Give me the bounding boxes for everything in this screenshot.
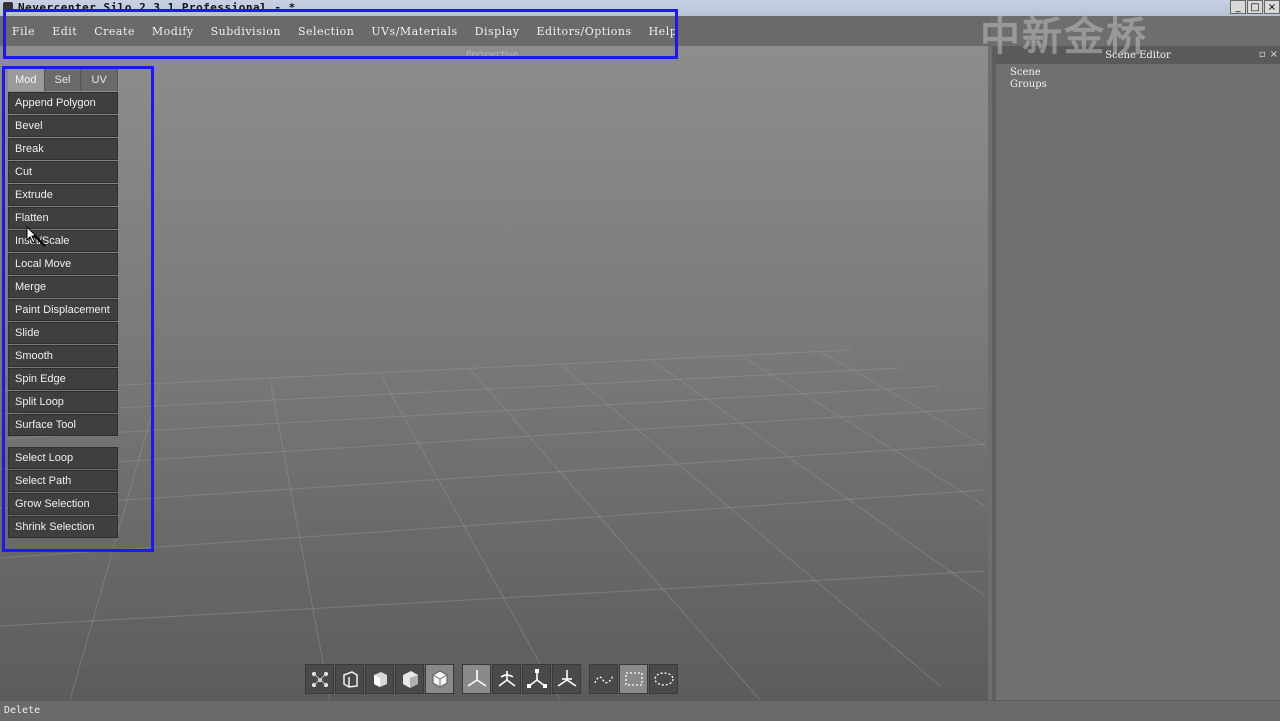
- smart-select-icon[interactable]: [425, 664, 454, 694]
- menu-file[interactable]: File: [12, 25, 35, 38]
- menu-editors-options[interactable]: Editors/Options: [537, 25, 632, 38]
- tool-panel: Mod Sel UV Append Polygon Bevel Break Cu…: [8, 69, 119, 539]
- manipulator-group: [462, 664, 581, 694]
- paint-displacement-button[interactable]: Paint Displacement: [8, 299, 118, 321]
- spin-edge-button[interactable]: Spin Edge: [8, 368, 118, 390]
- menu-modify[interactable]: Modify: [152, 25, 194, 38]
- universal-manipulator-icon[interactable]: [552, 664, 581, 694]
- mouse-cursor-icon: [26, 226, 46, 247]
- close-panel-icon[interactable]: ×: [1270, 49, 1278, 60]
- scene-tree-item[interactable]: Scene: [996, 67, 1280, 79]
- scene-editor-header: Scene Editor ▫ ×: [996, 46, 1280, 64]
- move-manipulator-icon[interactable]: [462, 664, 491, 694]
- title-bar: Nevercenter Silo 2.3.1 Professional - * …: [0, 0, 1280, 16]
- bevel-button[interactable]: Bevel: [8, 115, 118, 137]
- merge-button[interactable]: Merge: [8, 276, 118, 298]
- status-text: Delete: [4, 705, 41, 716]
- app-icon: [3, 2, 13, 12]
- tool-list: Append Polygon Bevel Break Cut Extrude F…: [8, 92, 118, 538]
- tab-mod[interactable]: Mod: [8, 69, 45, 91]
- component-mode-group: [305, 664, 454, 694]
- menu-uvs-materials[interactable]: UVs/Materials: [371, 25, 457, 38]
- lasso-select-icon[interactable]: [589, 664, 618, 694]
- minimize-button[interactable]: _: [1230, 0, 1246, 14]
- tool-tabs: Mod Sel UV: [8, 69, 119, 91]
- split-loop-button[interactable]: Split Loop: [8, 391, 118, 413]
- selection-tool-group: [589, 664, 678, 694]
- rect-select-icon[interactable]: [619, 664, 648, 694]
- menu-subdivision[interactable]: Subdivision: [211, 25, 281, 38]
- scene-editor-panel: Scene Editor ▫ × Scene Groups: [992, 46, 1280, 700]
- scene-editor-title: Scene Editor: [1105, 49, 1171, 61]
- face-mode-icon[interactable]: [365, 664, 394, 694]
- break-button[interactable]: Break: [8, 138, 118, 160]
- menu-help[interactable]: Help: [649, 25, 678, 38]
- menu-edit[interactable]: Edit: [52, 25, 77, 38]
- selection-mode-toolbar: [305, 664, 678, 694]
- surface-tool-button[interactable]: Surface Tool: [8, 414, 118, 436]
- tab-sel[interactable]: Sel: [44, 69, 82, 91]
- tab-uv[interactable]: UV: [81, 69, 119, 91]
- window-controls: _ □ ×: [1230, 0, 1280, 14]
- slide-button[interactable]: Slide: [8, 322, 118, 344]
- shrink-selection-button[interactable]: Shrink Selection: [8, 516, 118, 538]
- extrude-button[interactable]: Extrude: [8, 184, 118, 206]
- paint-select-icon[interactable]: [649, 664, 678, 694]
- grow-selection-button[interactable]: Grow Selection: [8, 493, 118, 515]
- maximize-button[interactable]: □: [1247, 0, 1263, 14]
- vertex-mode-icon[interactable]: [305, 664, 334, 694]
- flatten-button[interactable]: Flatten: [8, 207, 118, 229]
- local-move-button[interactable]: Local Move: [8, 253, 118, 275]
- 3d-viewport[interactable]: Perspective: [0, 46, 988, 700]
- scale-manipulator-icon[interactable]: [522, 664, 551, 694]
- inset-scale-button[interactable]: Inset/Scale: [8, 230, 118, 252]
- menu-selection[interactable]: Selection: [298, 25, 354, 38]
- smooth-button[interactable]: Smooth: [8, 345, 118, 367]
- menu-create[interactable]: Create: [94, 25, 135, 38]
- status-bar: Delete: [0, 700, 1280, 721]
- select-loop-button[interactable]: Select Loop: [8, 447, 118, 469]
- menu-display[interactable]: Display: [475, 25, 520, 38]
- append-polygon-button[interactable]: Append Polygon: [8, 92, 118, 114]
- object-mode-icon[interactable]: [395, 664, 424, 694]
- rotate-manipulator-icon[interactable]: [492, 664, 521, 694]
- cut-button[interactable]: Cut: [8, 161, 118, 183]
- viewport-label: Perspective: [466, 50, 519, 60]
- menu-bar: File Edit Create Modify Subdivision Sele…: [0, 16, 990, 46]
- groups-tree-item[interactable]: Groups: [996, 79, 1280, 91]
- edge-mode-icon[interactable]: [335, 664, 364, 694]
- tool-separator: [8, 437, 118, 447]
- ground-grid: [0, 349, 986, 700]
- window-title: Nevercenter Silo 2.3.1 Professional - *: [18, 1, 296, 14]
- float-panel-icon[interactable]: ▫: [1259, 49, 1266, 60]
- close-button[interactable]: ×: [1264, 0, 1280, 14]
- select-path-button[interactable]: Select Path: [8, 470, 118, 492]
